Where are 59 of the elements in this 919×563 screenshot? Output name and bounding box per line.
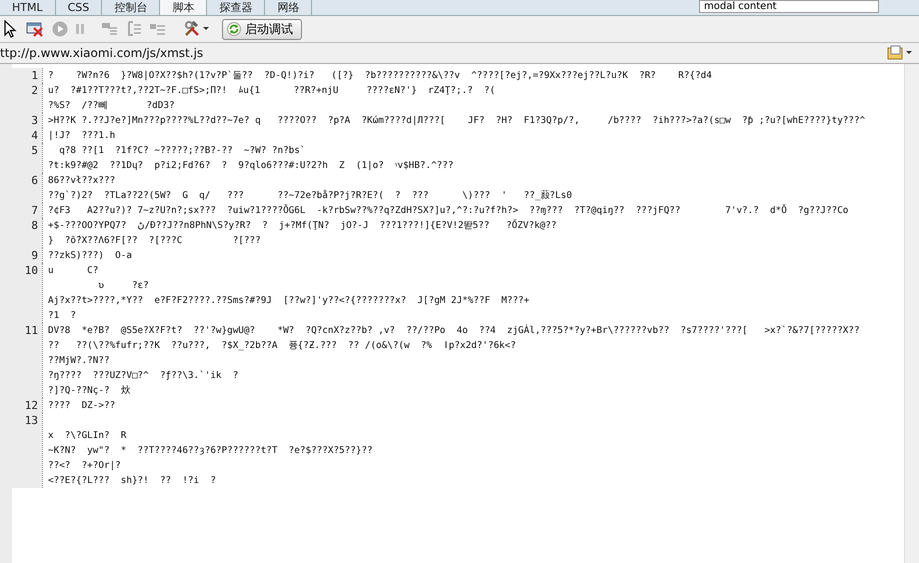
- line-number: 9: [12, 248, 42, 263]
- search-field[interactable]: modal content: [699, 0, 879, 13]
- source-code-line: ?]?Q-??Nç-? 炏: [48, 384, 131, 398]
- source-code-line: ?1 ?: [48, 309, 77, 323]
- source-code-line: u? ?#1??T???t?,??2T~?F.□fS>;Π?! ﾑu{1 ??R?+njU ????ɛN?'} rZ4Ţ?;.? ?(: [48, 84, 496, 98]
- folder-menu-icon[interactable]: [887, 45, 913, 61]
- source-code-line: x ?\?GLIn? R: [48, 429, 128, 443]
- play-icon[interactable]: [52, 21, 68, 37]
- source-code-line: q?8 ??[1 ?1f?C? ~?????;??B?-?? ~?W? ?n?bs`: [58, 144, 306, 158]
- step-out-icon[interactable]: [150, 22, 166, 36]
- line-number: 10: [12, 263, 42, 323]
- script-file-path[interactable]: ttp://p.www.xiaomi.com/js/xmst.js: [0, 46, 204, 60]
- source-code-line: ?¢F3 A2??u?)? 7~z?U?n?;sx??? ?uiw?1????ŌG6L -k?rbSw??%??q?ZdH?SX?]u?,^?:?u?f?h?> ??ɱ??? ?T?@qiŋ?? ???jFQ?? 7'v?.? d*Ō ?g??J??Co: [48, 204, 850, 218]
- panel-tab[interactable]: CSS: [56, 0, 102, 15]
- source-code-line: ?t:k9?#@2 ??1Dɥ? p?i2;Fd?6? ? 9?qlo6???#:U?2?h Z (1|o? ᵞv$HB?.^???: [48, 159, 454, 173]
- source-code-line: ???? DZ->??: [48, 399, 116, 413]
- source-code-line: 86??vł??x???: [48, 174, 116, 188]
- source-code-line: ?%S? /??뻬 ?dD3?: [48, 99, 176, 113]
- line-number: 8: [12, 218, 42, 248]
- source-code-line: ?? ??(\??%fufr;??K ??u???, ?$X_?2b??A 퓽{?Ƶ.??? ?? /(o&\?(w ?% ǀp?x2d?'?6k<?: [48, 339, 517, 353]
- pause-icon[interactable]: [76, 23, 84, 35]
- line-number: 12: [12, 398, 42, 413]
- tools-menu-icon[interactable]: [184, 21, 210, 37]
- step-over-icon[interactable]: [102, 22, 118, 36]
- line-number: 1: [12, 68, 42, 83]
- source-code-line: ??g`?)2? ?TLa??2?(5W? G q/ ??? ??~72e?bå?P?j?R?E?( ? ??? \)??? ' ??_蔱?Ls0: [48, 189, 573, 203]
- source-code-line: ??<? ?+?Or|?: [48, 459, 122, 473]
- panel-tab[interactable]: 探查器: [207, 0, 266, 15]
- source-code-line: <??E?{?L??? sh}?! ?? !?i ?: [48, 474, 217, 488]
- source-code-line: u C?: [48, 264, 100, 278]
- source-code-line: ??MjW?.?N??: [48, 354, 111, 368]
- source-code-line: >H??K ?.??J?e?]Mn???p????%L??d??~7e? q ????O?? ?p?A ?Kώm????d|Л???[ JF? ?H? F1?3Q?p/?, /b???? ?ih???>?a?(s□w ?ƥ ;?u?[whE????}ty???^: [48, 114, 866, 128]
- line-number: 2: [12, 83, 42, 113]
- start-debug-button[interactable]: 启动调试: [222, 18, 302, 40]
- source-code-line: ??zkS)???) O-a: [48, 249, 133, 263]
- line-number: 4: [12, 128, 42, 143]
- panel-tab[interactable]: 脚本: [160, 0, 208, 15]
- line-number: 3: [12, 113, 42, 128]
- step-into-icon[interactable]: [126, 21, 142, 37]
- source-code-line: ~K?N? yw"? * ??T????46??ȝ?6?P??????t?T ?e?$???X?5??}??: [48, 444, 374, 458]
- source-code-line: ? ?W?n?6 }?W8|O?X??$h?(1?v?P`둘?? ?D-Q!)?i? ([?} ?b??????????&\??v ^????[?ej?,=?9Xx???ej??L?u?K ?R? R?{?d4: [48, 69, 713, 83]
- source-code-line: |!J? ???1.h: [48, 129, 116, 143]
- line-number: 7: [12, 203, 42, 218]
- line-number: 5: [12, 143, 42, 173]
- pointer-icon[interactable]: [4, 20, 18, 38]
- source-code-line: ?ŋ???? ???UZ?V□?^ ?ƒ??\3.`'ik ?: [48, 369, 240, 383]
- source-code-line: Aj?x??t>????,*Y?? e?F?F2????.??Sms?#?9J [??w?]'y??<?{???????x? J[?gM 2J*%??F M???+: [48, 294, 530, 308]
- source-code-line: DV?8 *e?B? @S5e?X?F?t? ??'?w}gwU@? *W? ?Q?cnX?z??b? ,v? ??/??Po 4o ??4 zjGȦl,???5?*?y?+Br\??????vb?? ?s7????'???[ >x?`?&?7[?????X??: [48, 324, 861, 338]
- scrollbar[interactable]: [904, 64, 919, 563]
- line-number: 6: [12, 173, 42, 203]
- line-number: 13: [12, 413, 42, 488]
- source-code-line: } ?ṓ?X??Λ6?F[?? ?[???C ?[???: [48, 234, 262, 248]
- panel-tab[interactable]: 网络: [265, 0, 312, 15]
- panel-tab[interactable]: HTML: [0, 0, 56, 15]
- line-number: 11: [12, 323, 42, 398]
- source-code-line: +$-???OO?YPQڻ ?7/Ɖ??J??n8PhN\S?y?R? ? j+?Mf(ŢN? jO?-J ???1???!]{E?V!2똳5?? ?ŐZV?k@??: [48, 218, 558, 233]
- refresh-icon: [227, 22, 241, 36]
- source-code-line: ʋ ?ɛ?: [97, 279, 150, 293]
- window-x-icon[interactable]: [26, 21, 44, 37]
